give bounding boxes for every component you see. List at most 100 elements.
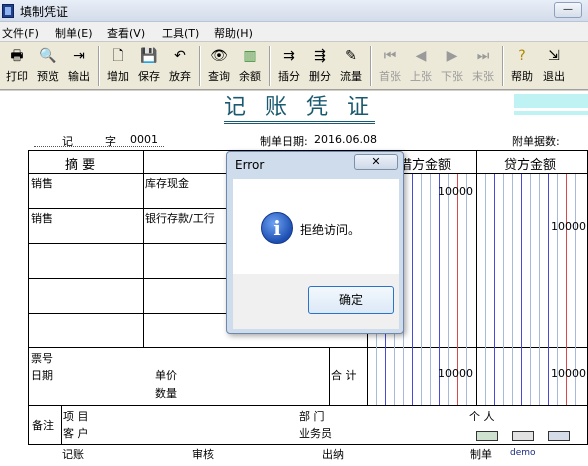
menu-bar: 文件(F) 制单(E) 查看(V) 工具(T) 帮助(H) <box>0 22 588 42</box>
notes-icon[interactable] <box>548 431 570 441</box>
auditor-label: 审核 <box>192 448 214 461</box>
pencil-icon: ✎ <box>345 48 357 64</box>
prev-button[interactable]: ◀ 上张 <box>405 45 437 87</box>
first-button[interactable]: ⏮ 首张 <box>374 45 406 87</box>
window-title: 填制凭证 <box>20 5 69 19</box>
project-label: 项 目 <box>63 410 89 423</box>
toolbar-separator <box>199 46 201 86</box>
remark-row-line <box>29 405 588 406</box>
voucher-status-box-lower <box>514 111 588 115</box>
delete-entry-button[interactable]: ⇶ 删分 <box>304 45 336 87</box>
remark-label: 备注 <box>32 419 54 432</box>
ticket-label: 票号 <box>31 352 53 365</box>
total-credit: 10000 <box>551 367 586 380</box>
printer-icon: 🖶 <box>10 48 24 64</box>
qty-label: 数量 <box>155 387 177 400</box>
bookkeeper-label: 记账 <box>62 448 84 461</box>
salesman-label: 业务员 <box>299 427 332 440</box>
dialog-close-button[interactable]: ✕ <box>354 154 398 170</box>
date-label: 制单日期: <box>260 135 308 148</box>
insert-row-icon: ⇉ <box>283 48 295 64</box>
print-button[interactable]: 🖶 打印 <box>1 45 33 87</box>
next-button[interactable]: ▶ 下张 <box>436 45 468 87</box>
undo-icon: ↶ <box>174 48 186 64</box>
menu-file[interactable]: 文件(F) <box>2 25 39 41</box>
preview-icon: 🔍 <box>39 48 57 64</box>
dialog-footer: 确定 <box>233 274 399 329</box>
dialog-body: i 拒绝访问。 <box>233 179 399 274</box>
col-divider-total <box>329 347 330 405</box>
entry-summary[interactable]: 销售 <box>31 175 53 191</box>
voucher-no[interactable]: 0001 <box>130 133 158 146</box>
help-button[interactable]: ? 帮助 <box>506 45 538 87</box>
dialog-title: Error <box>235 158 265 172</box>
maker-name: demo <box>510 448 536 458</box>
maker-label: 制单 <box>470 448 492 461</box>
entry-account[interactable]: 库存现金 <box>145 175 189 191</box>
dept-label: 部 门 <box>299 410 325 423</box>
total-debit: 10000 <box>438 367 473 380</box>
col-credit-header: 贷方金额 <box>504 158 557 173</box>
binoculars-icon: 👁 <box>210 48 228 64</box>
save-button[interactable]: 💾 保存 <box>133 45 165 87</box>
menu-tools[interactable]: 工具(T) <box>162 25 199 41</box>
toolbar-separator <box>502 46 504 86</box>
exit-door-icon: ⇲ <box>548 48 560 64</box>
entry-debit[interactable]: 10000 <box>413 185 473 198</box>
title-bar: 填制凭证 — <box>0 0 588 22</box>
voucher-title: 记 账 凭 证 <box>224 95 375 124</box>
toolbar-separator <box>269 46 271 86</box>
date-row-label: 日期 <box>31 369 53 382</box>
toolbar-separator <box>98 46 100 86</box>
date-value[interactable]: 2016.06.08 <box>314 133 377 146</box>
price-label: 单价 <box>155 369 177 382</box>
keyboard-icon[interactable] <box>476 431 498 441</box>
cashflow-button[interactable]: ✎ 流量 <box>335 45 367 87</box>
app-icon <box>2 4 14 18</box>
attachments-label: 附单据数: <box>512 135 560 148</box>
first-page-icon: ⏮ <box>383 48 397 64</box>
ok-button[interactable]: 确定 <box>308 286 394 314</box>
prev-page-icon: ◀ <box>415 48 427 64</box>
export-button[interactable]: ⇥ 输出 <box>63 45 95 87</box>
cashier-label: 出纳 <box>322 448 344 461</box>
balance-button[interactable]: ▥ 余额 <box>234 45 266 87</box>
menu-view[interactable]: 查看(V) <box>107 25 145 41</box>
dialog-message: 拒绝访问。 <box>300 223 361 237</box>
last-button[interactable]: ⏭ 末张 <box>467 45 499 87</box>
toolbar-separator <box>370 46 372 86</box>
menu-help[interactable]: 帮助(H) <box>214 25 253 41</box>
discard-button[interactable]: ↶ 放弃 <box>164 45 196 87</box>
col-divider-remark <box>61 405 62 445</box>
new-document-icon: 🗋 <box>112 48 124 64</box>
last-page-icon: ⏭ <box>476 48 490 64</box>
entry-credit[interactable]: 10000 <box>526 220 586 233</box>
entry-summary[interactable]: 销售 <box>31 210 53 226</box>
save-icon: 💾 <box>140 48 158 64</box>
customer-label: 客 户 <box>63 427 89 440</box>
entry-account[interactable]: 银行存款/工行 <box>145 210 215 226</box>
query-button[interactable]: 👁 查询 <box>203 45 235 87</box>
toolbar: 🖶 打印 🔍 预览 ⇥ 输出 🗋 增加 💾 保存 ↶ 放弃 👁 查询 ▥ 余额 … <box>0 42 588 90</box>
minimize-button[interactable]: — <box>554 2 582 18</box>
person-label: 个 人 <box>469 410 495 423</box>
add-button[interactable]: 🗋 增加 <box>102 45 134 87</box>
next-page-icon: ▶ <box>446 48 458 64</box>
voucher-status-box <box>514 94 588 108</box>
voucher-no-underline <box>34 146 164 147</box>
bar-chart-icon: ▥ <box>243 48 257 64</box>
preview-button[interactable]: 🔍 预览 <box>32 45 64 87</box>
menu-voucher[interactable]: 制单(E) <box>55 25 93 41</box>
exit-button[interactable]: ⇲ 退出 <box>538 45 570 87</box>
col-divider-summary <box>143 151 144 347</box>
info-icon: i <box>261 212 293 244</box>
total-label: 合 计 <box>331 369 357 382</box>
delete-row-icon: ⇶ <box>314 48 326 64</box>
col-debit-header: 借方金额 <box>399 158 452 173</box>
calculator-icon[interactable] <box>512 431 534 441</box>
insert-entry-button[interactable]: ⇉ 插分 <box>273 45 305 87</box>
col-summary-header: 摘 要 <box>65 158 96 173</box>
help-icon: ? <box>518 48 526 64</box>
export-icon: ⇥ <box>73 48 85 64</box>
error-dialog: Error ✕ i 拒绝访问。 确定 <box>226 151 404 334</box>
